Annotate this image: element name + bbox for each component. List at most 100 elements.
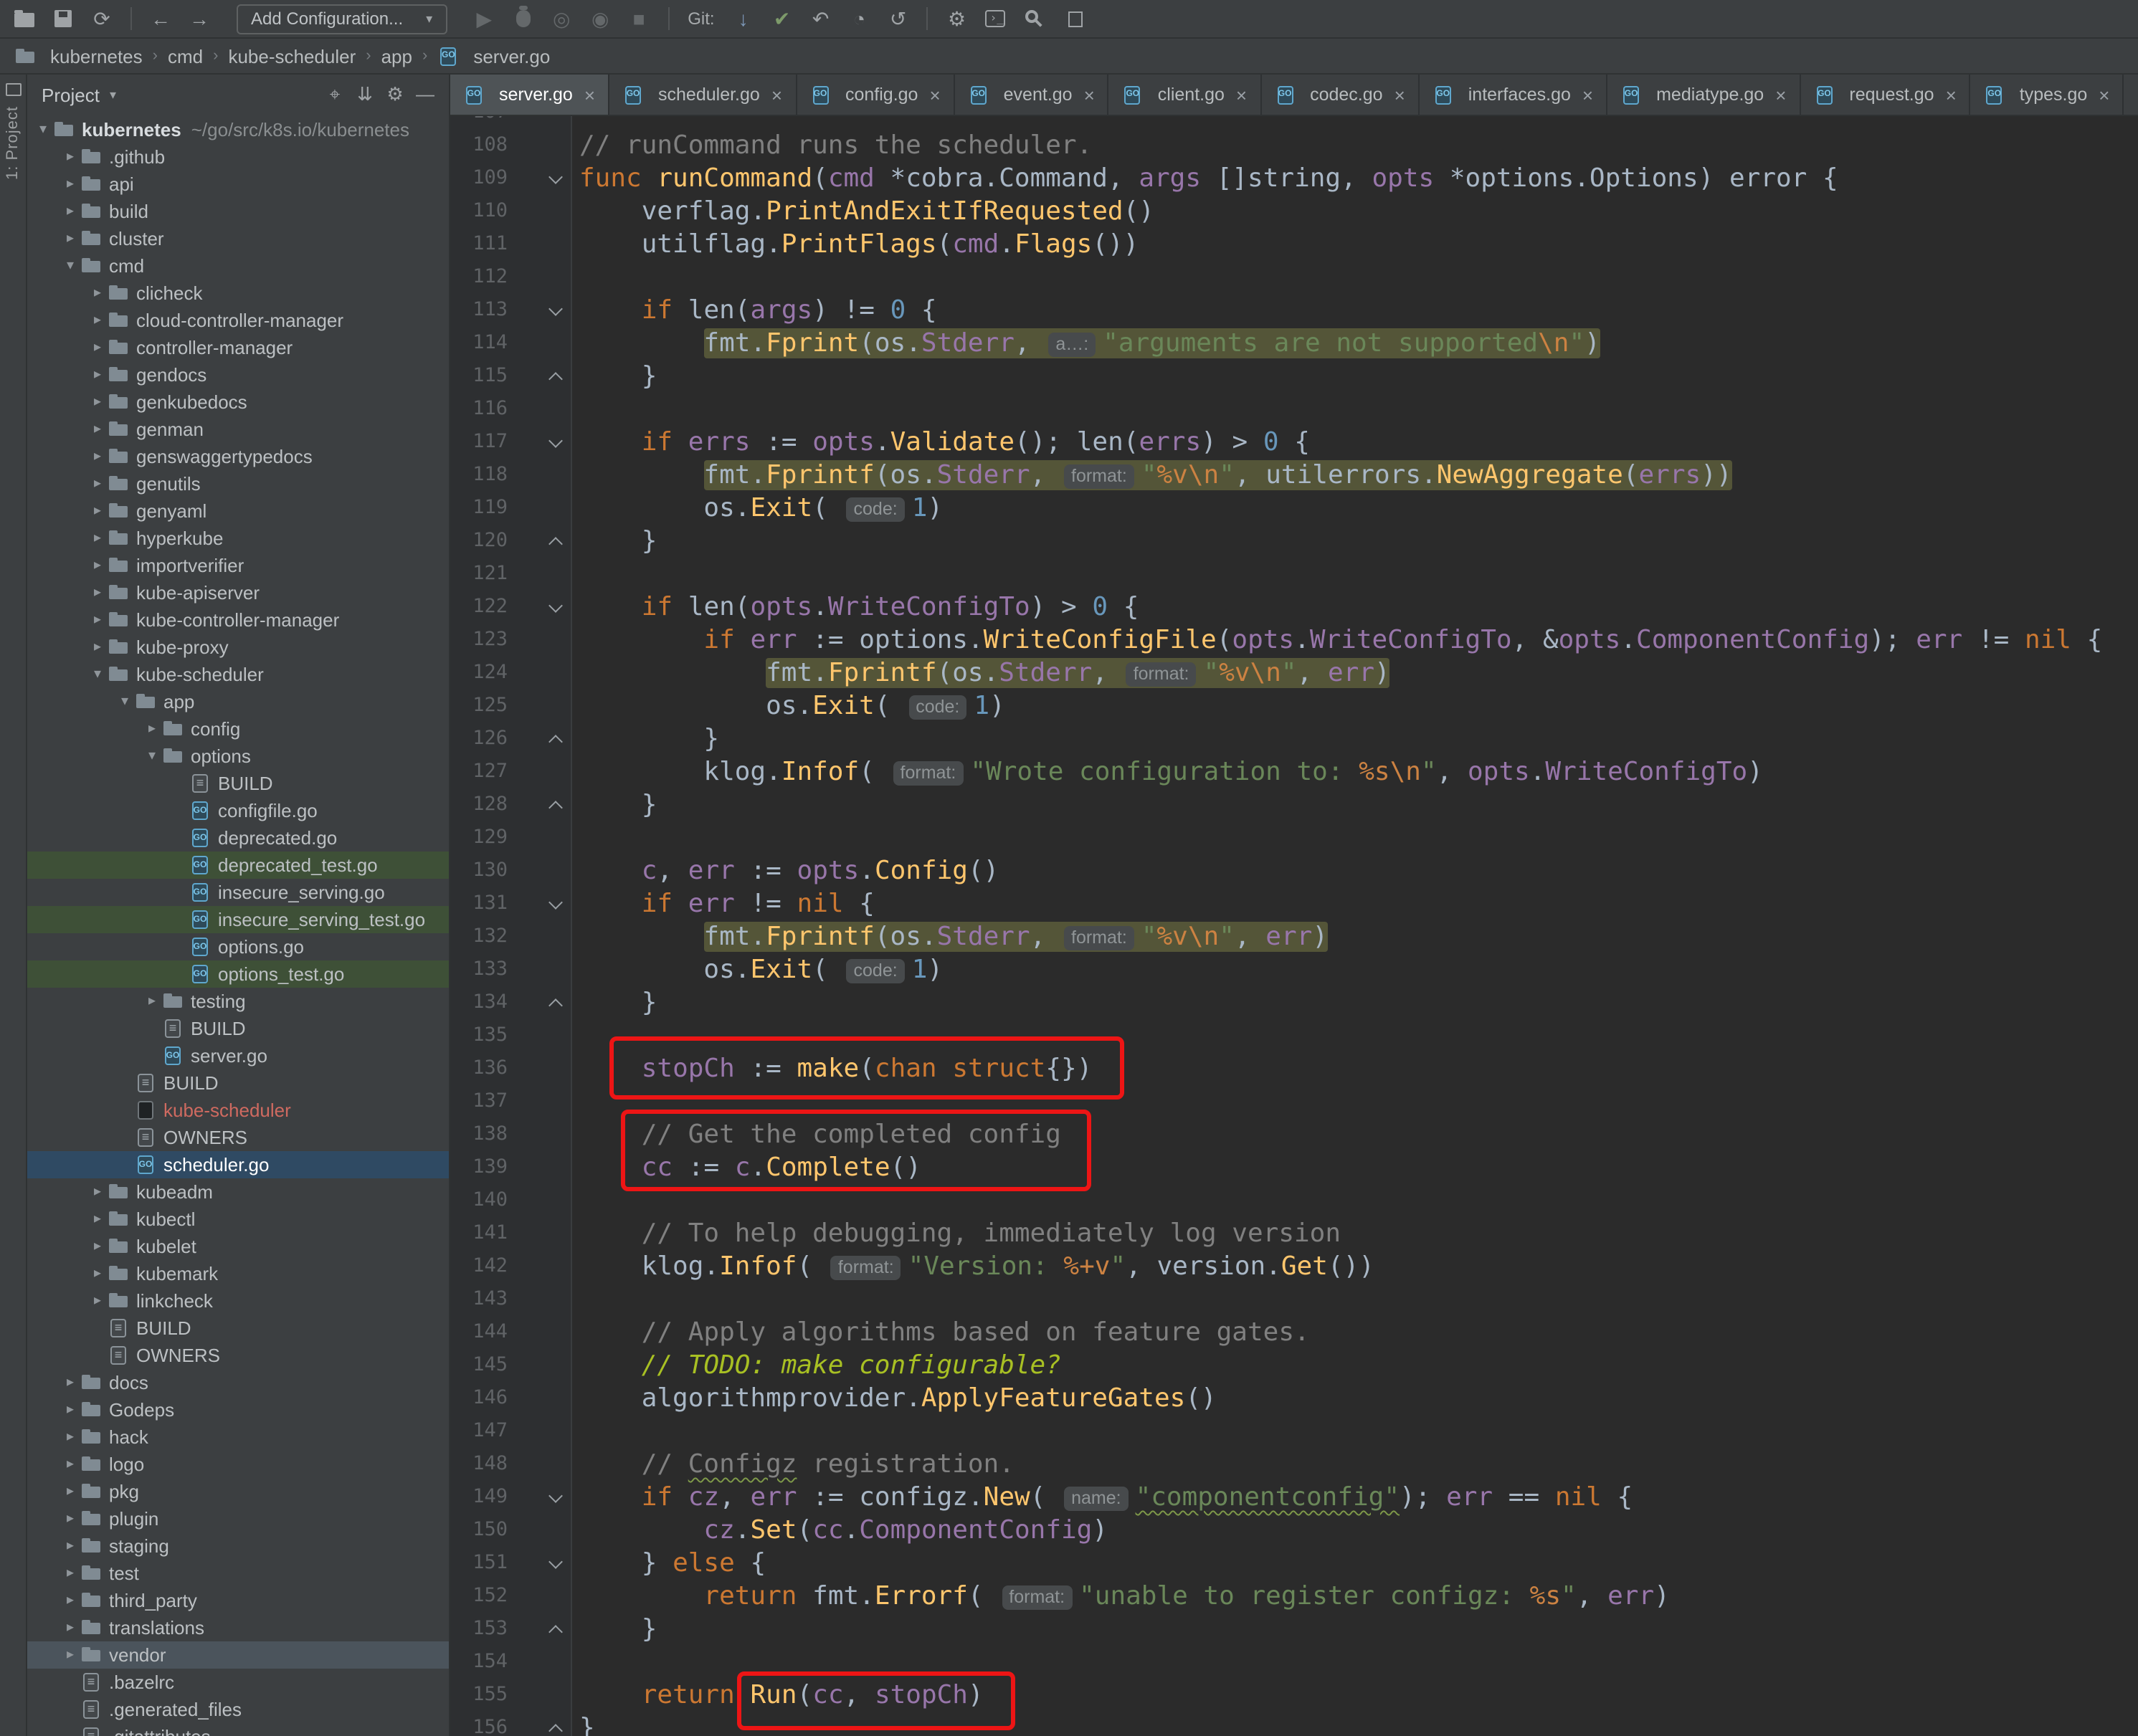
tree-item-testing[interactable]: ▸testing bbox=[27, 988, 449, 1015]
tree-item-cmd[interactable]: ▾cmd bbox=[27, 252, 449, 280]
fold-marker[interactable] bbox=[543, 1613, 572, 1646]
code-area[interactable]: 107108// runCommand runs the scheduler.1… bbox=[450, 116, 2138, 1736]
fold-marker[interactable] bbox=[543, 162, 572, 195]
tab-scheduler.go[interactable]: scheduler.go× bbox=[609, 75, 797, 115]
tree-item-options[interactable]: ▾options bbox=[27, 743, 449, 770]
settings-icon[interactable]: ⚙ bbox=[944, 6, 970, 32]
tree-toggle-icon[interactable]: ▸ bbox=[60, 1429, 80, 1445]
tree-item-cloud-controller-manager[interactable]: ▸cloud-controller-manager bbox=[27, 307, 449, 334]
hide-icon[interactable]: — bbox=[410, 83, 440, 106]
tree-toggle-icon[interactable]: ▸ bbox=[60, 231, 80, 247]
back-icon[interactable]: ← bbox=[148, 6, 174, 32]
breadcrumb-item-kube-scheduler[interactable]: kube-scheduler bbox=[228, 45, 356, 67]
tab-server.go[interactable]: server.go× bbox=[450, 75, 609, 115]
tab-close-icon[interactable]: × bbox=[1084, 84, 1095, 105]
fold-marker[interactable] bbox=[543, 360, 572, 393]
tree-item-kubernetes[interactable]: ▾kubernetes~/go/src/k8s.io/kubernetes bbox=[27, 116, 449, 143]
tree-item-scheduler.go[interactable]: scheduler.go bbox=[27, 1151, 449, 1178]
tree-item-BUILD[interactable]: BUILD bbox=[27, 1315, 449, 1342]
tab-interfaces.go[interactable]: interfaces.go× bbox=[1420, 75, 1607, 115]
tree-item-kubelet[interactable]: ▸kubelet bbox=[27, 1233, 449, 1260]
tree-item-hyperkube[interactable]: ▸hyperkube bbox=[27, 525, 449, 552]
undo-icon[interactable]: ↺ bbox=[885, 6, 911, 32]
tab-close-icon[interactable]: × bbox=[1946, 84, 1957, 105]
tree-item-OWNERS[interactable]: OWNERS bbox=[27, 1124, 449, 1151]
run-icon[interactable]: ▶ bbox=[471, 6, 497, 32]
tree-toggle-icon[interactable]: ▸ bbox=[60, 1593, 80, 1608]
tree-item-plugin[interactable]: ▸plugin bbox=[27, 1505, 449, 1532]
tree-item-linkcheck[interactable]: ▸linkcheck bbox=[27, 1287, 449, 1315]
breadcrumb-item-cmd[interactable]: cmd bbox=[168, 45, 203, 67]
fold-marker[interactable] bbox=[543, 525, 572, 558]
tree-toggle-icon[interactable]: ▸ bbox=[60, 1511, 80, 1527]
project-panel-title[interactable]: Project bbox=[42, 84, 100, 105]
settings-icon[interactable]: ⚙ bbox=[380, 83, 410, 106]
tree-item-cluster[interactable]: ▸cluster bbox=[27, 225, 449, 252]
breadcrumb-item-app[interactable]: app bbox=[381, 45, 412, 67]
tree-toggle-icon[interactable]: ▸ bbox=[87, 639, 108, 655]
fold-marker[interactable] bbox=[543, 1547, 572, 1580]
tree-toggle-icon[interactable]: ▸ bbox=[87, 503, 108, 519]
tree-item-.github[interactable]: ▸.github bbox=[27, 143, 449, 171]
tree-toggle-icon[interactable]: ▸ bbox=[60, 1375, 80, 1391]
git-commit-icon[interactable]: ✔ bbox=[769, 6, 795, 32]
fold-marker[interactable] bbox=[543, 986, 572, 1019]
tree-item-.gitattributes[interactable]: .gitattributes bbox=[27, 1723, 449, 1736]
tree-item-kubeadm[interactable]: ▸kubeadm bbox=[27, 1178, 449, 1206]
tab-request.go[interactable]: request.go× bbox=[1800, 75, 1970, 115]
tree-toggle-icon[interactable]: ▸ bbox=[60, 1647, 80, 1663]
tab-config.go[interactable]: config.go× bbox=[797, 75, 955, 115]
tree-item-controller-manager[interactable]: ▸controller-manager bbox=[27, 334, 449, 361]
tree-item-insecure_serving.go[interactable]: insecure_serving.go bbox=[27, 879, 449, 906]
breadcrumb-item-kubernetes[interactable]: kubernetes bbox=[14, 45, 143, 67]
tab-close-icon[interactable]: × bbox=[1395, 84, 1405, 105]
tree-item-kube-apiserver[interactable]: ▸kube-apiserver bbox=[27, 579, 449, 606]
search-icon[interactable] bbox=[1022, 6, 1047, 32]
tab-close-icon[interactable]: × bbox=[771, 84, 782, 105]
tab-types.go[interactable]: types.go× bbox=[1971, 75, 2124, 115]
tree-toggle-icon[interactable]: ▸ bbox=[60, 1484, 80, 1499]
tree-toggle-icon[interactable]: ▾ bbox=[87, 667, 108, 682]
tree-item-config[interactable]: ▸config bbox=[27, 715, 449, 743]
fold-marker[interactable] bbox=[543, 294, 572, 327]
tree-toggle-icon[interactable]: ▸ bbox=[87, 1239, 108, 1254]
tree-toggle-icon[interactable]: ▸ bbox=[60, 1456, 80, 1472]
tree-toggle-icon[interactable]: ▸ bbox=[87, 1266, 108, 1282]
terminal-icon[interactable] bbox=[983, 6, 1009, 32]
breadcrumb-item-server.go[interactable]: server.go bbox=[437, 45, 550, 67]
tree-toggle-icon[interactable]: ▸ bbox=[87, 285, 108, 301]
tree-item-api[interactable]: ▸api bbox=[27, 171, 449, 198]
tree-item-genyaml[interactable]: ▸genyaml bbox=[27, 497, 449, 525]
fold-marker[interactable] bbox=[543, 788, 572, 821]
coverage-icon[interactable]: ◎ bbox=[548, 6, 574, 32]
tree-item-kubemark[interactable]: ▸kubemark bbox=[27, 1260, 449, 1287]
tree-toggle-icon[interactable]: ▸ bbox=[60, 1538, 80, 1554]
tree-toggle-icon[interactable]: ▸ bbox=[87, 558, 108, 573]
tree-item-.generated_files[interactable]: .generated_files bbox=[27, 1696, 449, 1723]
profiler-icon[interactable]: ◉ bbox=[587, 6, 613, 32]
debug-icon[interactable] bbox=[510, 6, 536, 32]
tree-item-build[interactable]: ▸build bbox=[27, 198, 449, 225]
tree-item-options.go[interactable]: options.go bbox=[27, 933, 449, 960]
fold-marker[interactable] bbox=[543, 1481, 572, 1514]
tree-toggle-icon[interactable]: ▸ bbox=[87, 313, 108, 328]
tree-toggle-icon[interactable]: ▾ bbox=[142, 748, 162, 764]
tree-toggle-icon[interactable]: ▸ bbox=[87, 367, 108, 383]
tree-item-hack[interactable]: ▸hack bbox=[27, 1423, 449, 1451]
tree-item-server.go[interactable]: server.go bbox=[27, 1042, 449, 1069]
tab-client.go[interactable]: client.go× bbox=[1109, 75, 1261, 115]
tree-item-translations[interactable]: ▸translations bbox=[27, 1614, 449, 1641]
tree-item-BUILD[interactable]: BUILD bbox=[27, 770, 449, 797]
tree-item-options_test.go[interactable]: options_test.go bbox=[27, 960, 449, 988]
tree-toggle-icon[interactable]: ▸ bbox=[87, 449, 108, 464]
tree-toggle-icon[interactable]: ▸ bbox=[60, 1565, 80, 1581]
locate-icon[interactable]: ⌖ bbox=[320, 83, 350, 106]
tree-item-kube-controller-manager[interactable]: ▸kube-controller-manager bbox=[27, 606, 449, 634]
tree-item-OWNERS[interactable]: OWNERS bbox=[27, 1342, 449, 1369]
tree-item-.bazelrc[interactable]: .bazelrc bbox=[27, 1669, 449, 1696]
tree-toggle-icon[interactable]: ▾ bbox=[115, 694, 135, 710]
tree-item-kube-scheduler[interactable]: kube-scheduler bbox=[27, 1097, 449, 1124]
tree-toggle-icon[interactable]: ▸ bbox=[87, 340, 108, 356]
tree-toggle-icon[interactable]: ▸ bbox=[87, 1211, 108, 1227]
tree-toggle-icon[interactable]: ▾ bbox=[60, 258, 80, 274]
